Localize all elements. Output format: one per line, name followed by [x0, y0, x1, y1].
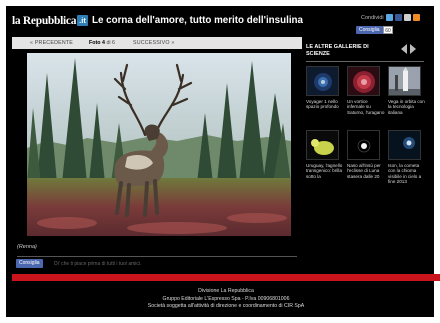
share-icons — [386, 14, 420, 21]
moon-eclipse-icon — [348, 131, 379, 159]
footer-line: Divisione La Repubblica — [198, 288, 254, 294]
saturn-vortex-icon — [348, 67, 379, 95]
comet-icon — [389, 131, 420, 159]
reindeer-photo[interactable] — [27, 53, 291, 236]
gallery-thumb-caption[interactable]: Ison, la cometa con la chioma visibile i… — [388, 163, 426, 185]
facebook-icon[interactable] — [395, 14, 402, 21]
caption-divider — [17, 256, 297, 257]
fb-recommend-text: Di' che ti piace prima di tutti i tuoi a… — [54, 261, 142, 267]
gallery-page: la Repubblica .it Le corna dell'amore, tu… — [6, 6, 440, 317]
gallery-thumb-caption[interactable]: Voyager 1 nello spazio profondo — [306, 99, 344, 110]
gallery-thumb-uruguay[interactable] — [306, 130, 339, 160]
gallery-thumb-ison[interactable] — [388, 130, 421, 160]
rss-icon[interactable] — [413, 14, 420, 21]
fb-like-count: 60 — [383, 26, 393, 34]
photo-current: 4 — [102, 40, 105, 46]
previous-link[interactable]: « PRECEDENTE — [30, 40, 73, 46]
google-icon[interactable] — [404, 14, 411, 21]
photo-label: Foto — [89, 40, 101, 46]
gallery-thumb-caption[interactable]: Naso all'insù per l'eclisse di Luna stas… — [347, 163, 385, 179]
next-link[interactable]: SUCCESSIVO » — [133, 40, 175, 46]
logo-text: la Repubblica — [12, 14, 77, 27]
sidebar-next-arrow-icon[interactable] — [410, 44, 416, 54]
twitter-icon[interactable] — [386, 14, 393, 21]
sidebar-prev-arrow-icon[interactable] — [401, 44, 407, 54]
gallery-thumb-voyager[interactable] — [306, 66, 339, 96]
logo-badge: .it — [77, 15, 88, 26]
footer: Divisione La Repubblica Gruppo Editorial… — [12, 288, 440, 311]
fb-like-button[interactable]: Consiglia — [356, 26, 383, 34]
other-galleries-title: LE ALTRE GALLERIE DI SCIENZE — [306, 44, 369, 57]
space-probe-icon — [307, 67, 338, 95]
gallery-thumb-saturn[interactable] — [347, 66, 380, 96]
photo-of: di — [106, 40, 111, 46]
page-title: Le corna dell'amore, tutto merito dell'i… — [92, 15, 303, 26]
reindeer-image — [27, 53, 291, 236]
fb-recommend-label: Consiglia — [19, 260, 40, 266]
gallery-thumb-caption[interactable]: Un vortice infernale su Saturno, l'uraga… — [347, 99, 385, 115]
footer-bar — [12, 274, 440, 281]
gallery-thumb-caption[interactable]: Uruguay, l'agnello transgenico: brilla s… — [306, 163, 344, 179]
footer-line: Gruppo Editoriale L'Espresso Spa - P.Iva… — [162, 295, 290, 302]
fb-like-label: Consiglia — [359, 27, 380, 33]
footer-line: Società soggetta all'attività di direzio… — [147, 303, 305, 309]
gallery-thumb-eclipse[interactable] — [347, 130, 380, 160]
photo-caption: (Renna) — [17, 244, 37, 250]
photo-counter: Foto 4 di 6 — [89, 40, 115, 46]
rocket-icon — [389, 67, 420, 95]
sidebar-divider — [306, 61, 424, 62]
photo-total: 6 — [112, 40, 115, 46]
fb-recommend-button[interactable]: Consiglia — [16, 259, 43, 268]
share-label: Condividi — [361, 15, 384, 21]
glowing-lamb-icon — [307, 131, 338, 159]
gallery-nav: « PRECEDENTE Foto 4 di 6 SUCCESSIVO » — [12, 37, 302, 49]
repubblica-logo[interactable]: la Repubblica .it — [12, 13, 88, 28]
gallery-thumb-caption[interactable]: Vega in orbita con la tecnologia italian… — [388, 99, 426, 115]
gallery-thumb-vega[interactable] — [388, 66, 421, 96]
